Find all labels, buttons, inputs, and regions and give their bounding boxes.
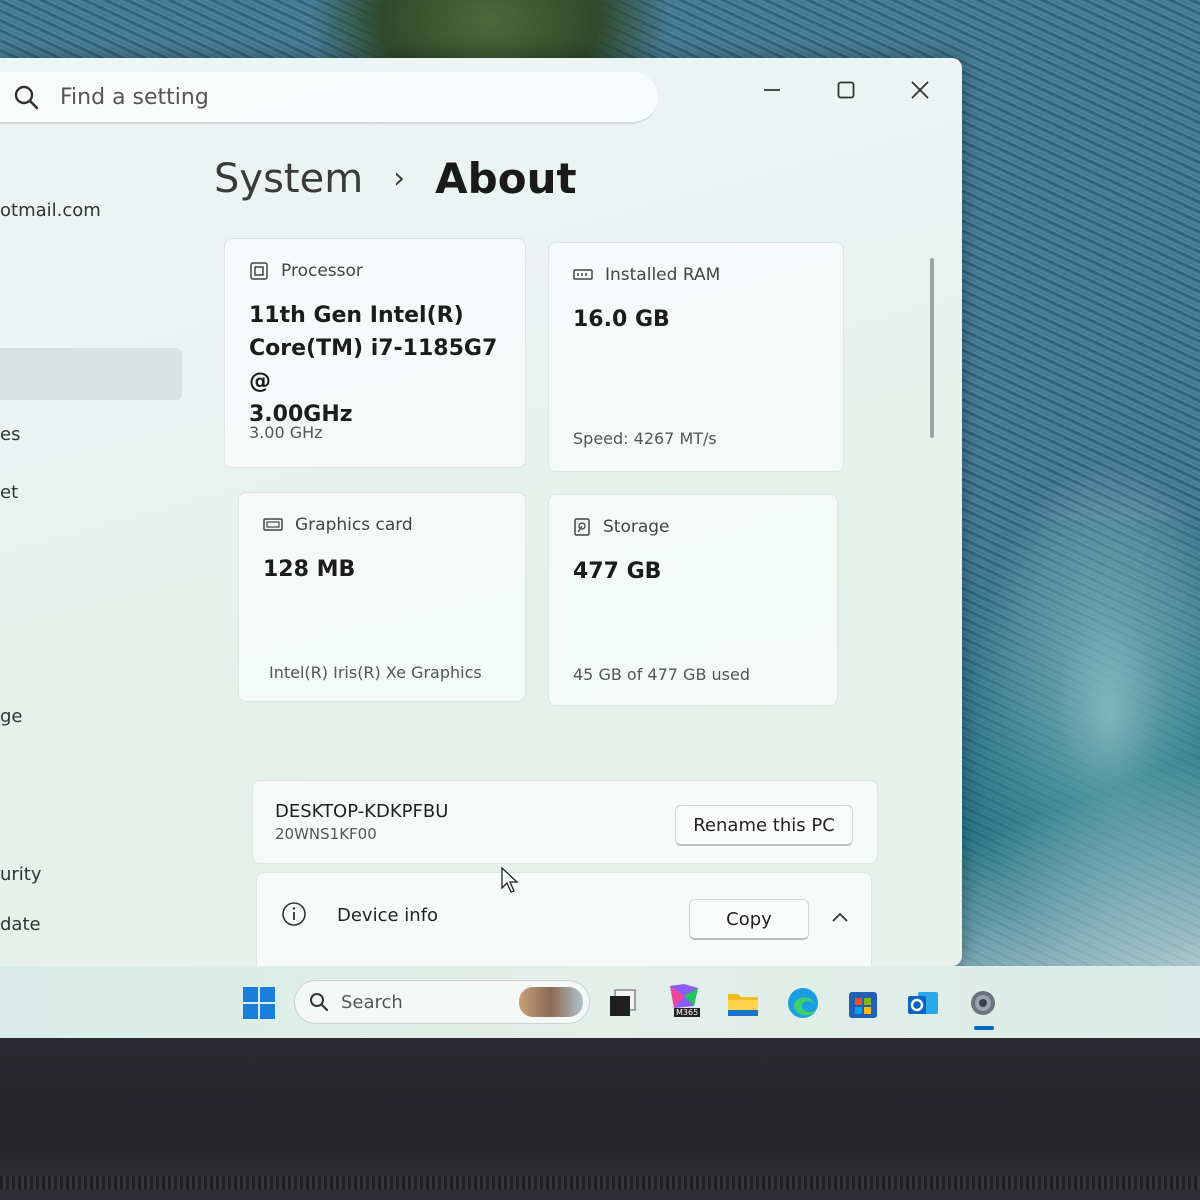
search-icon [14, 85, 39, 110]
device-name-row: DESKTOP-KDKPFBU 20WNS1KF00 Rename this P… [252, 780, 878, 864]
chevron-up-icon[interactable] [831, 911, 849, 923]
rename-pc-button[interactable]: Rename this PC [675, 805, 853, 846]
minimize-icon [764, 89, 780, 91]
ram-speed: Speed: 4267 MT/s [573, 429, 717, 448]
sidebar-item-selected[interactable] [0, 348, 182, 400]
minimize-button[interactable] [746, 68, 798, 112]
taskbar: Search M365 [0, 966, 1200, 1038]
device-info-label: Device info [337, 905, 439, 926]
storage-card: Storage 477 GB 45 GB of 477 GB used [548, 494, 838, 706]
sidebar-item-1[interactable]: es [0, 424, 20, 445]
graphics-card: Graphics card 128 MB Intel(R) Iris(R) Xe… [238, 492, 526, 702]
processor-line-2: Core(TM) i7-1185G7 @ [249, 336, 498, 394]
account-email: otmail.com [0, 200, 101, 221]
file-explorer-icon[interactable] [726, 986, 760, 1020]
storage-usage: 45 GB of 477 GB used [573, 665, 750, 684]
device-info-row[interactable]: Device info Copy [256, 872, 872, 966]
mouse-cursor-icon [501, 866, 519, 893]
processor-label: Processor [281, 261, 363, 281]
outlook-icon[interactable] [906, 986, 940, 1020]
storage-icon [574, 518, 590, 536]
graphics-card-icon [263, 518, 283, 531]
settings-gear-icon[interactable] [966, 986, 1000, 1020]
taskbar-search-box[interactable]: Search [294, 980, 590, 1024]
taskbar-search-label: Search [341, 991, 403, 1013]
breadcrumb-system[interactable]: System [214, 156, 363, 202]
processor-icon [250, 262, 268, 280]
storage-value: 477 GB [573, 559, 662, 584]
graphics-label: Graphics card [295, 515, 413, 535]
info-icon [282, 902, 306, 926]
settings-search-box[interactable] [0, 72, 658, 124]
scrollbar[interactable] [930, 258, 934, 438]
storage-label: Storage [603, 517, 670, 537]
speaker-grille [0, 1176, 1200, 1190]
device-name: DESKTOP-KDKPFBU [275, 801, 449, 822]
taskbar-search-icon [310, 993, 329, 1012]
settings-window: otmail.com es et ge urity date System › … [0, 58, 962, 966]
device-model: 20WNS1KF00 [275, 825, 377, 843]
copy-button[interactable]: Copy [689, 899, 809, 940]
graphics-header: Graphics card [263, 515, 413, 535]
close-button[interactable] [894, 68, 946, 112]
close-icon [911, 81, 929, 99]
processor-value: 11th Gen Intel(R) Core(TM) i7-1185G7 @ 3… [249, 299, 525, 431]
m365-badge: M365 [674, 1008, 701, 1017]
maximize-icon [837, 81, 855, 99]
window-controls [746, 68, 946, 112]
sidebar-item-2[interactable]: et [0, 482, 18, 503]
ram-label: Installed RAM [605, 265, 721, 285]
storage-header: Storage [573, 517, 670, 537]
ram-icon [573, 269, 593, 280]
ram-value: 16.0 GB [573, 307, 670, 332]
graphics-value: 128 MB [263, 557, 356, 582]
processor-speed: 3.00 GHz [249, 423, 323, 442]
sidebar-item-4[interactable]: urity [0, 864, 42, 885]
processor-card: Processor 11th Gen Intel(R) Core(TM) i7-… [224, 238, 526, 468]
ram-header: Installed RAM [573, 265, 720, 285]
graphics-model: Intel(R) Iris(R) Xe Graphics [269, 663, 482, 682]
active-app-indicator [974, 1026, 994, 1030]
m365-icon[interactable]: M365 [664, 982, 704, 1022]
page-title: About [435, 154, 577, 203]
sidebar-item-5[interactable]: date [0, 914, 41, 935]
microsoft-store-icon[interactable] [846, 986, 880, 1020]
processor-line-1: 11th Gen Intel(R) [249, 303, 464, 328]
task-view-icon[interactable] [606, 986, 640, 1020]
processor-header: Processor [249, 261, 363, 281]
breadcrumb-chevron-icon: › [393, 161, 406, 196]
settings-search-input[interactable] [58, 83, 622, 111]
windows-start-icon[interactable] [242, 986, 276, 1020]
sidebar-item-3[interactable]: ge [0, 706, 23, 727]
maximize-button[interactable] [820, 68, 872, 112]
laptop-bezel [0, 1038, 1200, 1200]
search-highlight-image [519, 987, 583, 1017]
breadcrumb: System › About [214, 154, 577, 203]
edge-icon[interactable] [786, 986, 820, 1020]
ram-card: Installed RAM 16.0 GB Speed: 4267 MT/s [548, 242, 844, 472]
